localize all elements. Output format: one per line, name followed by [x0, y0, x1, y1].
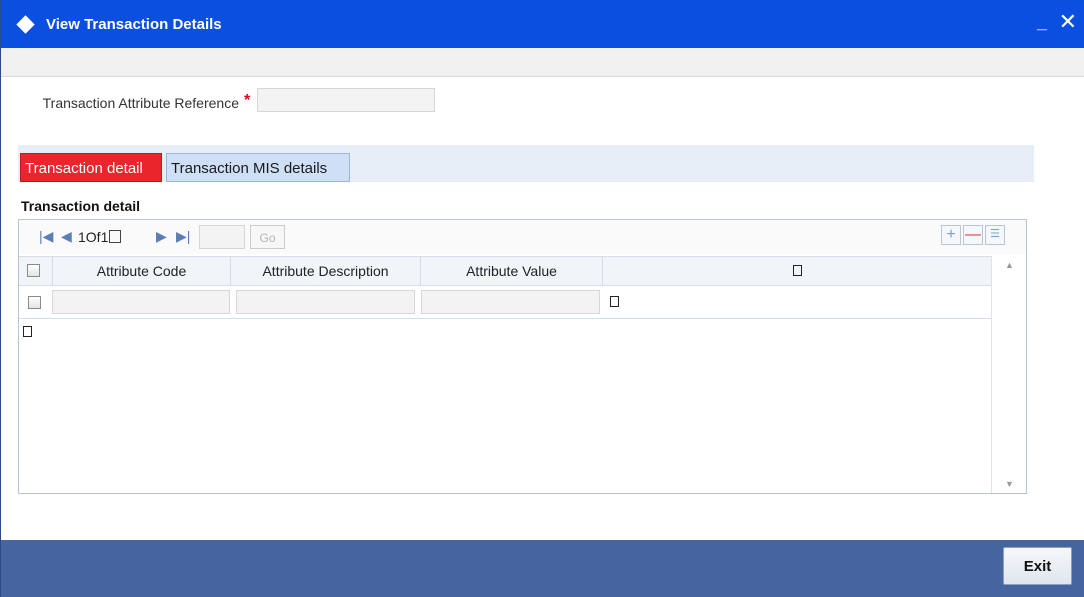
transaction-details-window: View Transaction Details _ ✕ Transaction… — [0, 0, 1084, 597]
of-text: Of — [85, 229, 101, 245]
minimize-button[interactable]: _ — [1037, 12, 1047, 33]
page-number-input[interactable] — [199, 225, 245, 249]
attribute-value-input[interactable] — [421, 290, 600, 314]
grid-header: Attribute Code Attribute Description Att… — [19, 256, 991, 286]
footer-bar: Exit — [1, 540, 1084, 597]
missing-glyph-icon — [610, 296, 619, 307]
required-mark: * — [244, 92, 251, 109]
toolbar-strip — [1, 48, 1084, 77]
missing-glyph-icon — [23, 326, 32, 337]
total-pages: 1 — [100, 229, 109, 245]
header-extra — [603, 257, 991, 285]
window-title: View Transaction Details — [46, 15, 222, 33]
vertical-scrollbar[interactable]: ▲ ▼ — [991, 256, 1026, 493]
header-attribute-description[interactable]: Attribute Description — [231, 257, 421, 285]
next-page-icon[interactable]: ▶ — [156, 228, 167, 245]
header-attribute-code[interactable]: Attribute Code — [53, 257, 231, 285]
transaction-detail-grid: |◀ ◀ 1Of1 ▶ ▶| Go + — ☰ Attribute Code A… — [18, 219, 1027, 494]
add-row-button[interactable]: + — [941, 225, 961, 245]
prev-page-icon[interactable]: ◀ — [61, 228, 72, 245]
pager-bar: |◀ ◀ 1Of1 ▶ ▶| Go + — ☰ — [19, 220, 1026, 254]
scroll-up-icon[interactable]: ▲ — [1005, 260, 1014, 270]
exit-button[interactable]: Exit — [1003, 547, 1072, 585]
delete-row-button[interactable]: — — [963, 225, 983, 245]
header-attribute-value[interactable]: Attribute Value — [421, 257, 603, 285]
row-checkbox[interactable] — [28, 296, 41, 309]
close-button[interactable]: ✕ — [1059, 9, 1077, 35]
current-page: 1 — [78, 229, 86, 245]
tab-transaction-mis-details[interactable]: Transaction MIS details — [166, 153, 350, 182]
attribute-description-input[interactable] — [236, 290, 415, 314]
tab-transaction-detail[interactable]: Transaction detail — [20, 153, 162, 182]
missing-glyph-icon — [792, 265, 802, 276]
reference-label: Transaction Attribute Reference — [42, 95, 239, 111]
first-page-icon[interactable]: |◀ — [39, 228, 53, 245]
select-all-checkbox[interactable] — [27, 264, 40, 277]
go-button[interactable]: Go — [250, 225, 285, 249]
transaction-attribute-reference-input[interactable] — [257, 88, 435, 112]
last-page-icon[interactable]: ▶| — [176, 228, 190, 245]
section-title: Transaction detail — [21, 198, 141, 214]
page-counter: 1Of1 — [78, 229, 122, 245]
attribute-code-input[interactable] — [52, 290, 230, 314]
title-bar: View Transaction Details _ ✕ — [1, 0, 1084, 48]
single-view-button[interactable]: ☰ — [985, 225, 1005, 245]
diamond-icon — [16, 14, 35, 34]
header-select-cell — [19, 257, 53, 285]
table-row — [19, 286, 991, 319]
missing-glyph-icon — [109, 230, 122, 243]
tab-strip: Transaction detail Transaction MIS detai… — [18, 145, 1034, 182]
scroll-down-icon[interactable]: ▼ — [1005, 479, 1014, 489]
